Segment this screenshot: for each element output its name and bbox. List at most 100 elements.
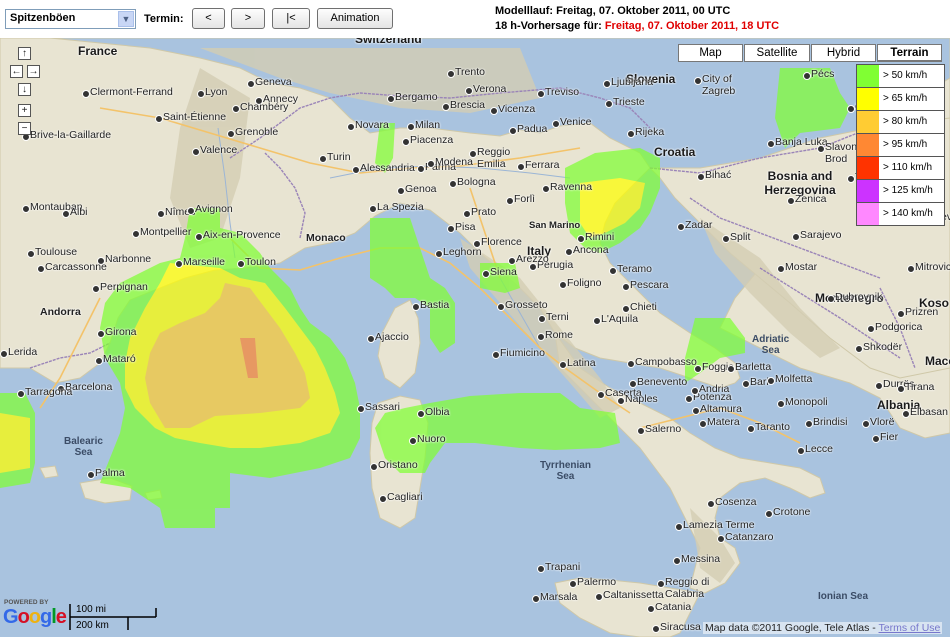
model-run-text: Modelllauf: Freitag, 07. Oktober 2011, 0… [495, 5, 731, 17]
city-marker [767, 140, 775, 148]
forecast-prefix: 18 h-Vorhersage für: [495, 20, 605, 32]
copyright-text: Map data ©2011 Google, Tele Atlas - Term… [703, 622, 943, 634]
country-label-andorra: Andorra [40, 306, 81, 318]
country-label-monaco: Monaco [306, 232, 346, 244]
city-marker [409, 437, 417, 445]
city-label-prizren: Prizren [905, 306, 939, 318]
city-marker [442, 103, 450, 111]
city-marker [427, 160, 435, 168]
city-label-ljubljana: Ljubljana [611, 76, 654, 88]
city-marker [609, 267, 617, 275]
city-label-prato: Prato [471, 206, 497, 218]
city-marker [673, 557, 681, 565]
city-label-andria: Andria [699, 383, 730, 395]
city-label-catanzaro: Catanzaro [725, 531, 774, 543]
wind-overlay [0, 68, 850, 528]
city-label-catania: Catania [655, 601, 692, 613]
animation-button[interactable]: Animation [317, 8, 393, 29]
city-label-verona: Verona [473, 83, 507, 95]
city-marker [0, 350, 8, 358]
pan-down-button[interactable]: ↓ [18, 83, 31, 96]
city-marker [685, 395, 693, 403]
map-type-terrain[interactable]: Terrain [877, 44, 942, 62]
city-label-grenoble: Grenoble [235, 126, 279, 138]
city-label-pecs: Pécs [811, 68, 835, 80]
city-marker [449, 180, 457, 188]
map-canvas[interactable]: Adriatic Sea Tyrrhenian Sea Balearic Sea… [0, 38, 950, 637]
map-type-hybrid[interactable]: Hybrid [811, 44, 876, 62]
city-marker [379, 495, 387, 503]
city-label-ferrara: Ferrara [525, 159, 560, 171]
city-marker [622, 305, 630, 313]
sea-label-adriatic: Adriatic Sea [752, 334, 790, 356]
legend-row: > 125 km/h [857, 180, 944, 203]
city-label-laquila: L'Aquila [601, 313, 639, 325]
legend-label: > 95 km/h [883, 139, 928, 150]
city-marker [82, 90, 90, 98]
legend-swatch [857, 134, 879, 156]
city-marker [227, 130, 235, 138]
chevron-down-icon[interactable]: ▼ [118, 11, 134, 27]
city-marker [407, 123, 415, 131]
city-label-taranto: Taranto [755, 421, 791, 433]
legend-row: > 95 km/h [857, 134, 944, 157]
legend-label: > 140 km/h [883, 208, 933, 219]
city-label-venice: Venice [560, 116, 592, 128]
city-marker [397, 187, 405, 195]
city-marker [827, 295, 835, 303]
city-label-la-spezia: La Spezia [377, 201, 424, 213]
city-marker [699, 420, 707, 428]
country-label-san-marino: San Marino [529, 220, 581, 231]
city-marker [697, 173, 705, 181]
city-label-terni: Terni [546, 311, 569, 323]
city-marker [657, 580, 665, 588]
city-marker [622, 283, 630, 291]
city-label-genoa: Genoa [405, 183, 437, 195]
city-label-fiumicino: Fiumicino [500, 347, 545, 359]
city-label-lecce: Lecce [805, 443, 834, 455]
city-marker [402, 138, 410, 146]
forecast-time: Freitag, 07. Oktober 2011, 18 UTC [604, 20, 780, 32]
city-label-oristano: Oristano [378, 459, 418, 471]
city-label-ancona: Ancona [573, 244, 609, 256]
terms-of-use-link[interactable]: Terms of Use [879, 622, 941, 634]
city-marker [367, 335, 375, 343]
first-button[interactable]: |< [272, 8, 310, 29]
city-marker [506, 197, 514, 205]
map-type-map[interactable]: Map [678, 44, 743, 62]
google-logo[interactable]: Google [3, 606, 67, 629]
city-label-lamezia: Lamezia Terme [683, 519, 755, 531]
city-marker [603, 80, 611, 88]
city-marker [435, 250, 443, 258]
previous-button[interactable]: < [192, 8, 225, 29]
city-label-sarajevo: Sarajevo [800, 229, 842, 241]
city-marker [347, 123, 355, 131]
city-marker [605, 100, 613, 108]
city-marker [692, 407, 700, 415]
pan-left-button[interactable]: ← [10, 65, 23, 78]
layer-select[interactable]: Spitzenböen ▼ [5, 9, 136, 29]
city-marker [369, 205, 377, 213]
pan-up-button[interactable]: ↑ [18, 47, 31, 60]
city-marker [647, 605, 655, 613]
city-marker [542, 185, 550, 193]
zoom-out-button[interactable]: − [18, 122, 31, 135]
legend-label: > 65 km/h [883, 93, 928, 104]
city-label-forli: Forlì [514, 193, 535, 205]
city-label-teramo: Teramo [617, 263, 653, 275]
map-type-satellite[interactable]: Satellite [744, 44, 810, 62]
city-marker [742, 380, 750, 388]
pan-right-button[interactable]: → [27, 65, 40, 78]
city-label-vlore: Vlorë [870, 416, 895, 428]
city-marker [517, 163, 525, 171]
city-marker [595, 593, 603, 601]
next-button[interactable]: > [231, 8, 265, 29]
city-marker [22, 205, 30, 213]
city-marker [767, 377, 775, 385]
zoom-in-button[interactable]: + [18, 104, 31, 117]
city-label-milan: Milan [415, 119, 441, 131]
legend-row: > 50 km/h [857, 65, 944, 88]
city-label-florence: Florence [481, 236, 522, 248]
city-marker [862, 420, 870, 428]
city-label-rome: Rome [545, 329, 574, 341]
